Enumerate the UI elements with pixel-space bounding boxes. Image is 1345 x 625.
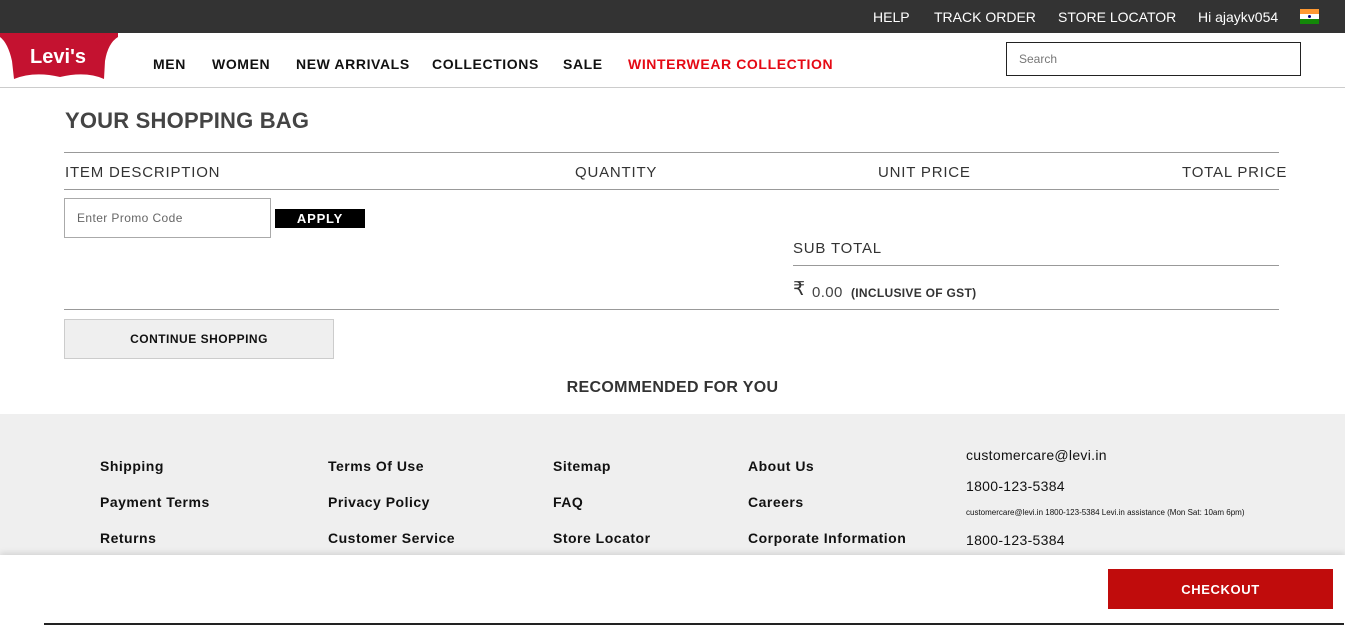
column-header-quantity: QUANTITY xyxy=(575,164,658,181)
nav-men[interactable]: MEN xyxy=(153,56,186,72)
rupee-icon: ₹ xyxy=(793,279,806,300)
footer-link-sitemap[interactable]: Sitemap xyxy=(553,458,611,474)
search-input[interactable] xyxy=(1006,42,1301,76)
footer-link-careers[interactable]: Careers xyxy=(748,494,804,510)
footer-link-corporate-information[interactable]: Corporate Information xyxy=(748,530,906,546)
divider xyxy=(64,309,1279,310)
india-flag-icon[interactable] xyxy=(1300,9,1319,24)
checkout-button[interactable]: CHECKOUT xyxy=(1108,569,1333,609)
nav-new-arrivals[interactable]: NEW ARRIVALS xyxy=(296,56,410,72)
footer-link-payment-terms[interactable]: Payment Terms xyxy=(100,494,210,510)
footer-link-faq[interactable]: FAQ xyxy=(553,494,583,510)
nav-collections[interactable]: COLLECTIONS xyxy=(432,56,539,72)
top-utility-bar: HELP TRACK ORDER STORE LOCATOR Hi ajaykv… xyxy=(0,0,1345,33)
subtotal-amount: 0.00 xyxy=(812,284,843,301)
store-locator-link[interactable]: STORE LOCATOR xyxy=(1058,9,1176,25)
nav-sale[interactable]: SALE xyxy=(563,56,603,72)
footer-link-terms-of-use[interactable]: Terms Of Use xyxy=(328,458,424,474)
footer-link-shipping[interactable]: Shipping xyxy=(100,458,164,474)
footer-link-privacy-policy[interactable]: Privacy Policy xyxy=(328,494,430,510)
footer-link-customer-service[interactable]: Customer Service xyxy=(328,530,455,546)
contact-phone-repeat[interactable]: 1800-123-5384 xyxy=(966,532,1065,548)
logo-text: Levi's xyxy=(30,46,86,68)
column-header-total-price: TOTAL PRICE xyxy=(1182,164,1288,181)
contact-assistance-text: customercare@levi.in 1800-123-5384 Levi.… xyxy=(966,508,1245,517)
help-link[interactable]: HELP xyxy=(873,9,910,25)
continue-shopping-button[interactable]: CONTINUE SHOPPING xyxy=(64,319,334,359)
site-header: Levi's ® MEN WOMEN NEW ARRIVALS COLLECTI… xyxy=(0,33,1345,88)
registered-mark: ® xyxy=(99,34,106,44)
contact-email[interactable]: customercare@levi.in xyxy=(966,447,1107,463)
subtotal-label: SUB TOTAL xyxy=(793,240,882,257)
footer-link-returns[interactable]: Returns xyxy=(100,530,156,546)
page-title: YOUR SHOPPING BAG xyxy=(65,108,310,133)
footer-link-store-locator[interactable]: Store Locator xyxy=(553,530,651,546)
footer-link-about-us[interactable]: About Us xyxy=(748,458,814,474)
promo-code-input[interactable] xyxy=(64,198,271,238)
divider xyxy=(64,152,1279,153)
levis-logo[interactable]: Levi's ® xyxy=(0,33,118,83)
column-header-item-description: ITEM DESCRIPTION xyxy=(65,164,221,181)
recommended-heading: RECOMMENDED FOR YOU xyxy=(566,379,779,396)
divider xyxy=(793,265,1279,266)
apply-promo-button[interactable]: APPLY xyxy=(275,209,365,228)
contact-phone[interactable]: 1800-123-5384 xyxy=(966,478,1065,494)
divider xyxy=(64,189,1279,190)
gst-note: (INCLUSIVE OF GST) xyxy=(851,286,977,300)
user-greeting-link[interactable]: Hi ajaykv054 xyxy=(1198,9,1278,25)
site-footer: Shipping Payment Terms Returns Terms Of … xyxy=(0,414,1345,559)
nav-winterwear-collection[interactable]: WINTERWEAR COLLECTION xyxy=(628,56,833,72)
column-header-unit-price: UNIT PRICE xyxy=(878,164,971,181)
track-order-link[interactable]: TRACK ORDER xyxy=(934,9,1036,25)
nav-women[interactable]: WOMEN xyxy=(212,56,270,72)
checkout-bar: CHECKOUT xyxy=(0,555,1345,625)
